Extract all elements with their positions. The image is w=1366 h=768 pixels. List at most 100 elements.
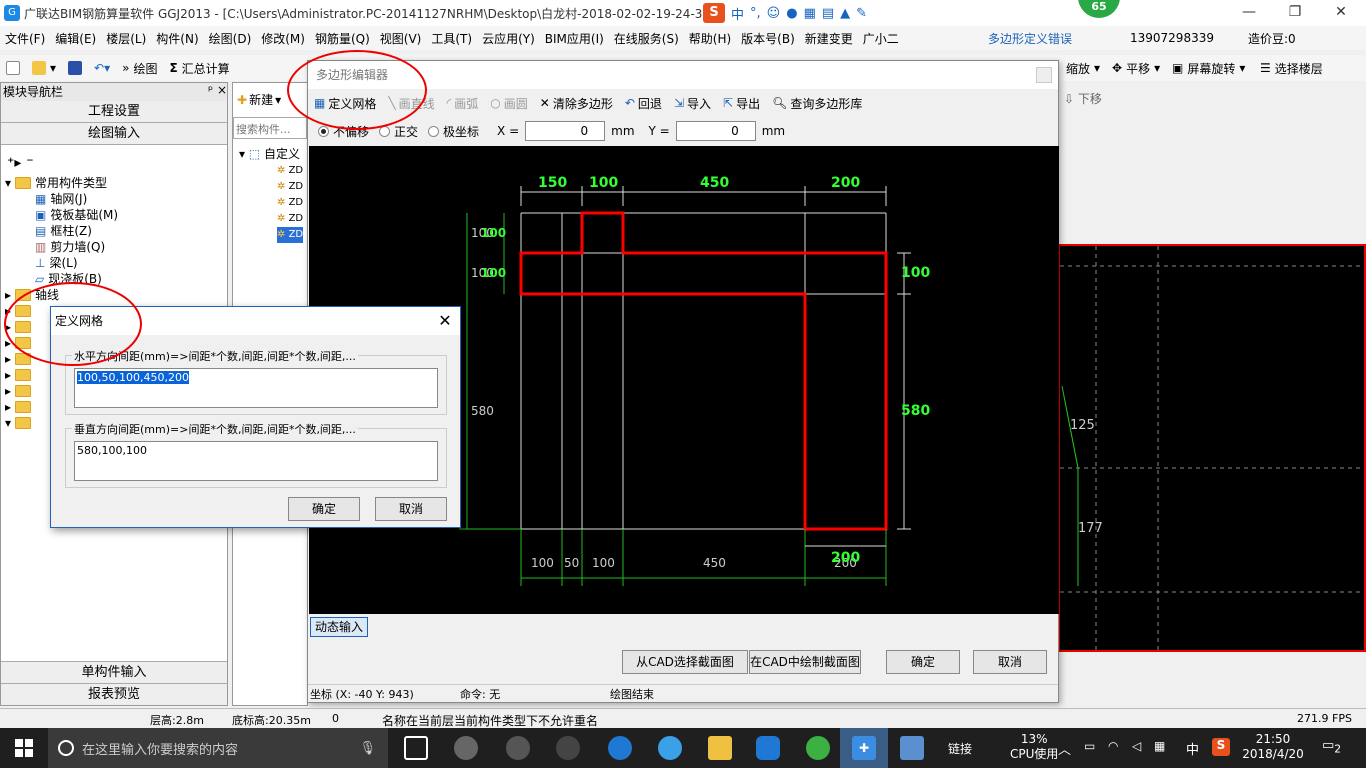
minimize-button[interactable]: — xyxy=(1226,0,1272,26)
mic-icon[interactable]: 🎙︎ xyxy=(359,741,376,756)
clock[interactable]: 21:50 2018/4/20 xyxy=(1238,732,1308,762)
menu-version[interactable]: 版本号(B) xyxy=(736,30,800,47)
mic-icon[interactable]: ● xyxy=(786,6,797,21)
menu-modify[interactable]: 修改(M) xyxy=(256,30,310,47)
close-button[interactable]: ✕ xyxy=(1318,0,1364,26)
menu-help[interactable]: 帮助(H) xyxy=(684,30,736,47)
menu-draw[interactable]: 绘图(D) xyxy=(204,30,257,47)
query-polygon-library-button[interactable]: 🔍︎ 查询多边形库 xyxy=(766,95,868,112)
tree-node-raft[interactable]: ▣ 筏板基础(M) xyxy=(5,207,118,223)
grid-cancel-button[interactable]: 取消 xyxy=(375,497,447,521)
start-button[interactable] xyxy=(0,728,48,768)
draw-arc-button[interactable]: ◜ 画弧 xyxy=(441,95,485,112)
app-icon-camera[interactable] xyxy=(900,736,924,760)
radio-polar[interactable] xyxy=(428,125,440,137)
sogou-tray-icon[interactable]: S xyxy=(1212,738,1230,756)
pan-button[interactable]: ✥ 平移 ▾ xyxy=(1106,60,1166,77)
menu-bim[interactable]: BIM应用(I) xyxy=(540,30,609,47)
ime-indicator[interactable]: 中 xyxy=(1186,739,1199,758)
undo-icon[interactable]: ↶▾ xyxy=(88,61,116,75)
ime-punct-icon[interactable]: °, xyxy=(750,6,761,21)
notification-icon[interactable]: ▭2 xyxy=(1322,738,1341,756)
y-input[interactable]: 0 xyxy=(675,121,756,141)
menu-floor[interactable]: 楼层(L) xyxy=(101,30,151,47)
move-down-button[interactable]: ⇩ 下移 xyxy=(1064,90,1102,107)
active-app-tab[interactable]: ✚ xyxy=(840,728,888,768)
tree-node-common[interactable]: ▾ 常用构件类型 xyxy=(5,175,118,191)
vertical-spacing-input[interactable]: 580,100,100 xyxy=(74,441,438,481)
toolbox-icon[interactable]: ▤ xyxy=(822,6,834,21)
pin-close-icons[interactable]: ᵖ × xyxy=(208,83,227,101)
component-item[interactable]: ✲ ZD xyxy=(277,163,303,179)
menu-online[interactable]: 在线服务(S) xyxy=(609,30,684,47)
sum-button[interactable]: Σ 汇总计算 xyxy=(163,60,235,77)
ime-toolbar[interactable]: S 中 °, ☺ ● ▦ ▤ ▲ ✎ xyxy=(703,3,867,23)
keyboard-icon[interactable]: ▦ xyxy=(804,6,816,21)
x-input[interactable]: 0 xyxy=(525,121,606,141)
menu-new-change[interactable]: 新建变更 xyxy=(800,30,858,47)
zoom-button[interactable]: 缩放 ▾ xyxy=(1060,60,1106,77)
select-floor-button[interactable]: ☰ 选择楼层 xyxy=(1254,60,1329,77)
radio-no-offset[interactable] xyxy=(318,125,329,137)
dynamic-input-toggle[interactable]: 动态输入 xyxy=(310,617,368,637)
poly-cancel-button[interactable]: 取消 xyxy=(973,650,1047,674)
export-button[interactable]: ⇱ 导出 xyxy=(717,95,766,112)
component-item[interactable]: ✲ ZD xyxy=(277,211,303,227)
component-search-input[interactable]: 搜索构件... xyxy=(233,117,307,139)
rotate-button[interactable]: ▣ 屏幕旋转 ▾ xyxy=(1166,60,1251,77)
app-icon-3[interactable] xyxy=(556,736,580,760)
component-item[interactable]: ✲ ZD xyxy=(277,195,303,211)
tree-node-beam[interactable]: ⊥ 梁(L) xyxy=(5,255,118,271)
menu-view[interactable]: 视图(V) xyxy=(375,30,427,47)
ie-icon[interactable] xyxy=(658,736,682,760)
volume-icon[interactable]: ◁ xyxy=(1132,739,1141,753)
sogou-icon[interactable]: S xyxy=(703,3,725,23)
dialog-close-icon[interactable] xyxy=(1036,67,1052,83)
component-item[interactable]: ✲ ZD xyxy=(277,179,303,195)
component-tree-root[interactable]: ▾ ⬚ 自定义 xyxy=(239,145,300,162)
wrench-icon[interactable]: ✎ xyxy=(856,6,867,21)
cad-draw-button[interactable]: 在CAD中绘制截面图 xyxy=(749,650,861,674)
draw-button[interactable]: » 绘图 xyxy=(116,60,163,77)
single-component-input-button[interactable]: 单构件输入 xyxy=(1,661,227,683)
fan-app-icon[interactable] xyxy=(454,736,478,760)
restore-button[interactable]: ❐ xyxy=(1272,0,1318,26)
green-app-icon[interactable] xyxy=(806,736,830,760)
ime-lang[interactable]: 中 xyxy=(731,4,744,23)
skin-icon[interactable]: ▲ xyxy=(840,6,850,21)
battery-icon[interactable]: ▭ xyxy=(1084,739,1095,753)
undo-button[interactable]: ↶ 回退 xyxy=(619,95,668,112)
keyboard-icon[interactable]: ▦ xyxy=(1154,739,1165,753)
cad-select-button[interactable]: 从CAD选择截面图 xyxy=(622,650,748,674)
project-settings-button[interactable]: 工程设置 xyxy=(1,101,227,123)
cpu-usage[interactable]: 13% CPU使用 xyxy=(1010,732,1058,762)
menu-edit[interactable]: 编辑(E) xyxy=(50,30,101,47)
emoji-icon[interactable]: ☺ xyxy=(767,6,781,21)
glodon-g-icon[interactable] xyxy=(756,736,780,760)
taskbar-search[interactable]: 在这里输入你要搜索的内容 🎙︎ xyxy=(48,728,388,768)
wifi-icon[interactable]: ◠ xyxy=(1108,739,1118,753)
tree-node-column[interactable]: ▤ 框柱(Z) xyxy=(5,223,118,239)
menu-component[interactable]: 构件(N) xyxy=(151,30,203,47)
close-icon[interactable]: ✕ xyxy=(430,307,460,335)
save-icon[interactable] xyxy=(62,61,88,75)
new-file-icon[interactable] xyxy=(0,61,26,75)
tree-node-shear-wall[interactable]: ▥ 剪力墙(Q) xyxy=(5,239,118,255)
expand-collapse-icons[interactable]: ⁺▸ ⁻ xyxy=(7,155,34,171)
main-drawing-canvas[interactable]: 125 177 xyxy=(1058,244,1366,652)
draw-circle-button[interactable]: ○ 画圆 xyxy=(484,95,534,112)
clear-polygon-button[interactable]: ✕ 清除多边形 xyxy=(534,95,619,112)
menu-tools[interactable]: 工具(T) xyxy=(426,30,477,47)
component-item-selected[interactable]: ✲ ZD xyxy=(277,227,304,243)
menu-file[interactable]: 文件(F) xyxy=(0,30,50,47)
user-phone[interactable]: 13907298339 xyxy=(1130,31,1214,45)
poly-ok-button[interactable]: 确定 xyxy=(886,650,960,674)
horizontal-spacing-input[interactable]: 100,50,100,450,200 xyxy=(74,368,438,408)
new-component-button[interactable]: ✚ 新建 ▾ xyxy=(237,91,281,108)
report-preview-button[interactable]: 报表预览 xyxy=(1,683,227,705)
file-explorer-icon[interactable] xyxy=(708,736,732,760)
tree-node-axis-grid[interactable]: ▦ 轴网(J) xyxy=(5,191,118,207)
import-button[interactable]: ⇲ 导入 xyxy=(668,95,717,112)
grid-ok-button[interactable]: 确定 xyxy=(288,497,360,521)
price-beans[interactable]: 造价豆:0 xyxy=(1248,30,1296,47)
